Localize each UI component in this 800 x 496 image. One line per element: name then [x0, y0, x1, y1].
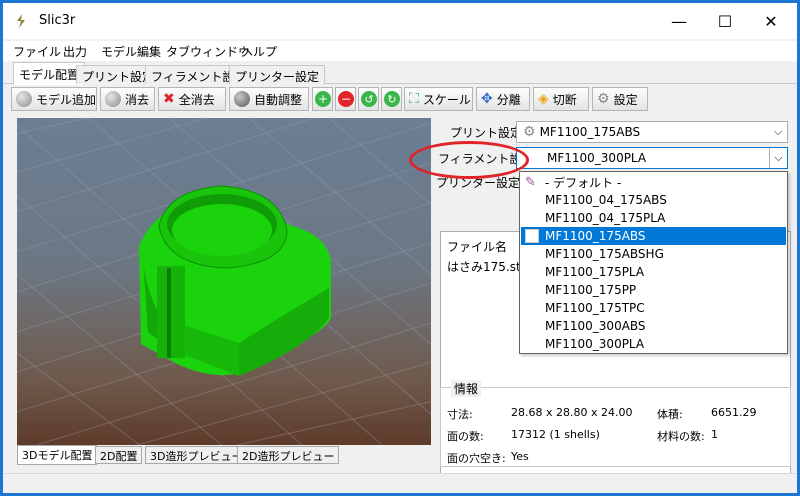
annotation-circle [409, 141, 529, 179]
menu-tab-window[interactable]: タブウィンドウ [166, 43, 250, 60]
menu-help[interactable]: ヘルプ [241, 43, 277, 60]
materials-value: 1 [711, 428, 718, 441]
slic3r-logo-icon [17, 14, 25, 28]
title-bar: Slic3r — ☐ ✕ [3, 3, 797, 39]
filament-dropdown-list[interactable]: ✎ - デフォルト - MF1100_04_175ABS MF1100_04_1… [519, 171, 788, 354]
rotate-right-icon: ↻ [384, 91, 400, 107]
dropdown-item[interactable]: MF1100_175ABSHG [521, 245, 786, 263]
model-object[interactable] [17, 118, 431, 445]
chevron-down-icon: ⌵ [769, 148, 787, 168]
materials-label: 材料の数: [657, 430, 705, 443]
gear-icon: ⚙ [523, 124, 536, 140]
split-icon: ✥ [481, 91, 493, 107]
3d-viewport[interactable] [17, 118, 431, 445]
menu-edit-model[interactable]: モデル編集 [101, 43, 161, 60]
tab-2d-plater[interactable]: 2D配置 [95, 446, 143, 464]
delete-all-button[interactable]: ✖ 全消去 [158, 87, 226, 111]
add-object-icon [16, 91, 32, 107]
rotate-left-icon: ↺ [361, 91, 377, 107]
dropdown-item[interactable]: MF1100_300ABS [521, 317, 786, 335]
auto-arrange-button[interactable]: 自動調整 [229, 87, 309, 111]
rotate-left-button[interactable]: ↺ [358, 87, 379, 111]
dropdown-item[interactable]: ✎ - デフォルト - [521, 173, 786, 191]
dropdown-item-selected[interactable]: MF1100_175ABS [521, 227, 786, 245]
rotate-right-button[interactable]: ↻ [381, 87, 402, 111]
color-swatch-icon [525, 229, 539, 243]
close-button[interactable]: ✕ [751, 9, 791, 33]
split-button[interactable]: ✥ 分離 [476, 87, 530, 111]
settings-button[interactable]: ⚙ 設定 [592, 87, 648, 111]
list-item[interactable]: はさみ175.stl [447, 258, 524, 275]
tab-plater[interactable]: モデル配置 [13, 62, 86, 85]
tab-2d-preview[interactable]: 2D造形プレビュー [237, 446, 340, 464]
dropdown-item[interactable]: MF1100_04_175PLA [521, 209, 786, 227]
dropdown-item[interactable]: MF1100_04_175ABS [521, 191, 786, 209]
chevron-down-icon: ⌵ [773, 125, 783, 138]
delete-object-icon [105, 91, 121, 107]
maximize-button[interactable]: ☐ [705, 9, 745, 33]
delete-all-icon: ✖ [163, 91, 175, 107]
delete-button[interactable]: 消去 [100, 87, 155, 111]
dropdown-item[interactable]: MF1100_175TPC [521, 299, 786, 317]
plus-icon: + [315, 91, 331, 107]
scale-button[interactable]: ⛶ スケール [404, 87, 473, 111]
dropdown-item[interactable]: MF1100_300PLA [521, 335, 786, 353]
info-title: 情報 [451, 380, 482, 397]
tab-printer-settings[interactable]: プリンター設定 [229, 65, 326, 84]
main-tabs: モデル配置 プリント設定 フィラメント設定 プリンター設定 [3, 62, 797, 85]
dropdown-item[interactable]: MF1100_175PLA [521, 263, 786, 281]
manifold-value: Yes [511, 450, 529, 463]
arrange-icon [234, 91, 250, 107]
column-header-filename: ファイル名 [447, 240, 508, 254]
size-label: 寸法: [447, 408, 473, 421]
window-title: Slic3r [39, 13, 76, 28]
add-model-button[interactable]: モデル追加 [11, 87, 97, 111]
cut-icon: ◈ [538, 91, 549, 107]
tab-3d-preview[interactable]: 3D造形プレビュー [145, 446, 248, 464]
facets-label: 面の数: [447, 430, 484, 443]
filament-settings-combo[interactable]: MF1100_300PLA ⌵ [516, 147, 788, 169]
facets-value: 17312 (1 shells) [511, 428, 600, 441]
minimize-button[interactable]: — [659, 9, 699, 33]
menu-bar: ファイル 出力 モデル編集 タブウィンドウ ヘルプ [3, 41, 797, 61]
app-window: Slic3r — ☐ ✕ ファイル 出力 モデル編集 タブウィンドウ ヘルプ モ… [0, 0, 800, 496]
menu-export[interactable]: 出力 [63, 43, 87, 60]
dropdown-item[interactable]: MF1100_175PP [521, 281, 786, 299]
info-panel: 情報 寸法: 28.68 x 28.80 x 24.00 体積: 6651.29… [440, 380, 791, 467]
print-settings-label: プリント設定: [450, 126, 527, 140]
size-value: 28.68 x 28.80 x 24.00 [511, 406, 633, 419]
status-bar [3, 473, 797, 493]
cut-button[interactable]: ◈ 切断 [533, 87, 589, 111]
menu-file[interactable]: ファイル [13, 43, 61, 60]
tab-3d-plater[interactable]: 3Dモデル配置 [17, 445, 98, 465]
paintbrush-icon: ✎ [525, 174, 536, 190]
volume-label: 体積: [657, 408, 683, 421]
remove-instance-button[interactable]: − [335, 87, 356, 111]
gear-icon: ⚙ [597, 91, 610, 107]
print-settings-combo[interactable]: ⚙ MF1100_175ABS ⌵ [516, 121, 788, 143]
minus-icon: − [338, 91, 354, 107]
scale-icon: ⛶ [409, 91, 419, 107]
volume-value: 6651.29 [711, 406, 757, 419]
add-instance-button[interactable]: + [312, 87, 333, 111]
manifold-label: 面の穴空き: [447, 452, 506, 465]
